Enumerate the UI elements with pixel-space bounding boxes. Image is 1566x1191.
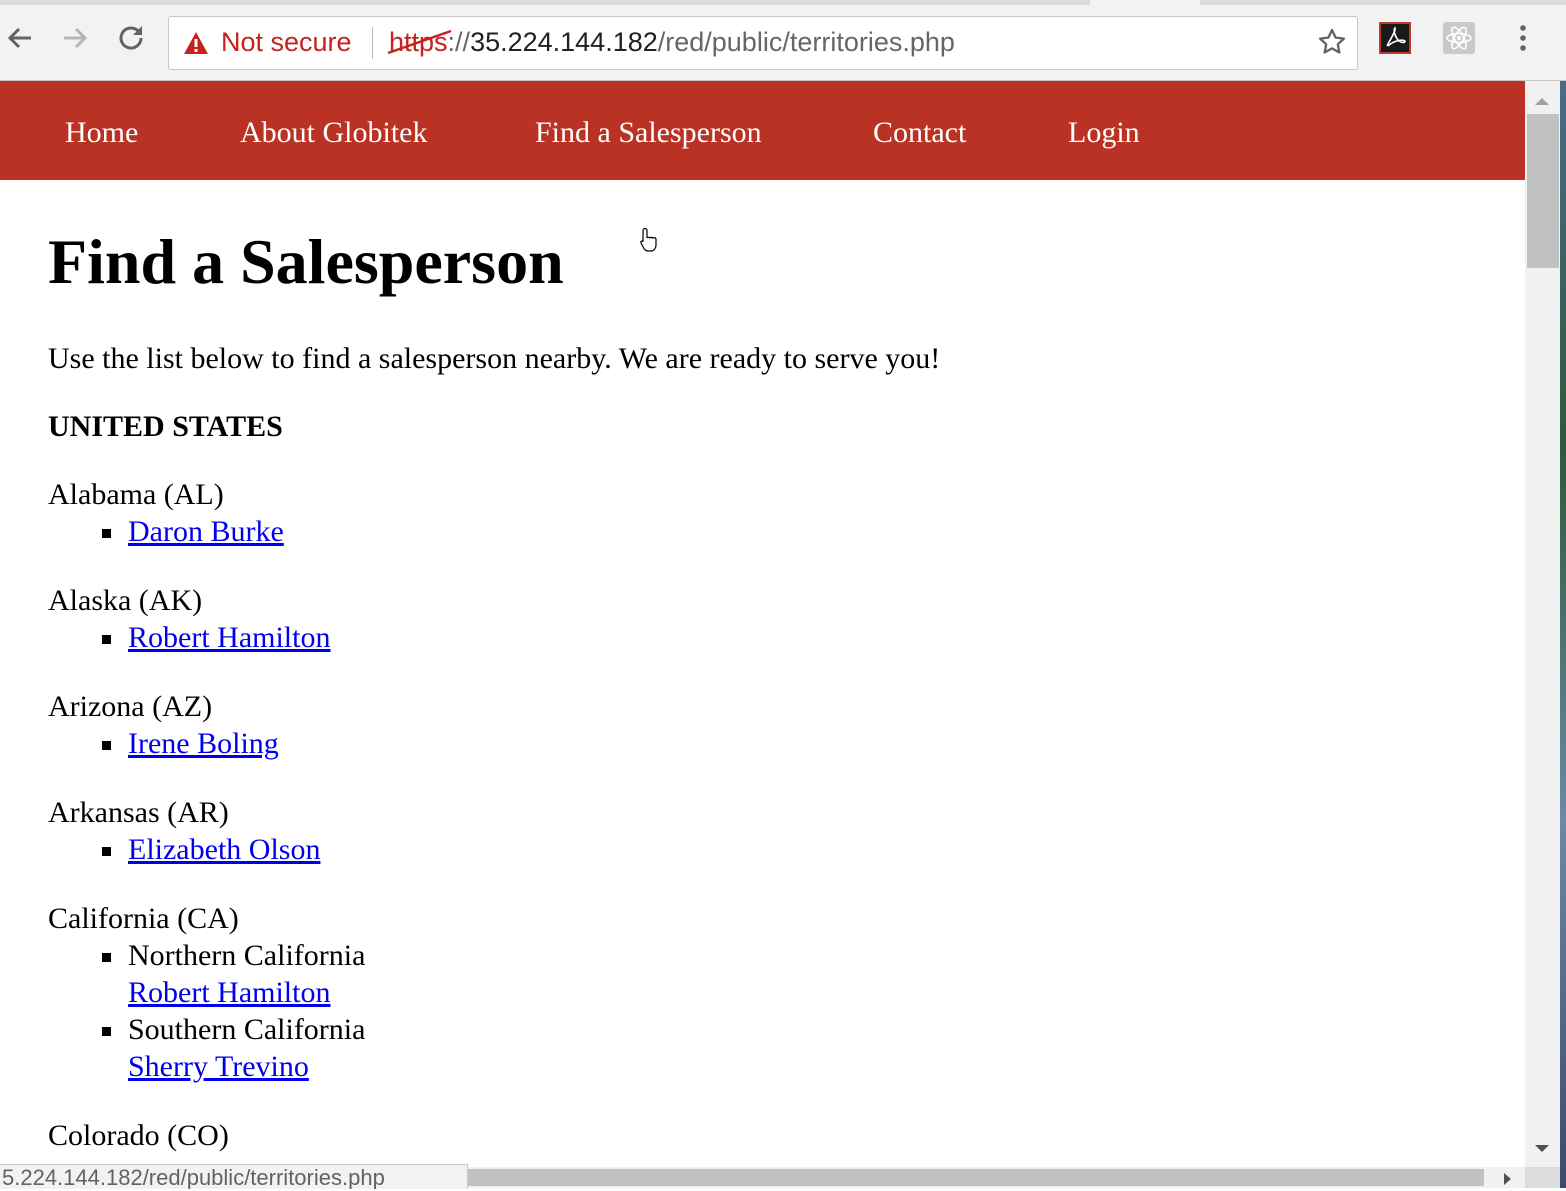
main-nav: Home About Globitek Find a Salesperson C… (0, 81, 1525, 180)
security-label[interactable]: Not secure (221, 27, 352, 58)
page-title: Find a Salesperson (48, 226, 564, 297)
state-name: Colorado (CO) (48, 1119, 229, 1152)
salesperson-list: Robert Hamilton (48, 621, 330, 655)
bullet (102, 847, 111, 856)
state-arkansas: Arkansas (AR) Elizabeth Olson (48, 796, 320, 867)
salesperson-list: Daron Burke (48, 515, 284, 549)
state-alabama: Alabama (AL) Daron Burke (48, 478, 284, 549)
nav-about[interactable]: About Globitek (240, 115, 428, 151)
bullet (102, 529, 111, 538)
state-alaska: Alaska (AK) Robert Hamilton (48, 584, 330, 655)
salesperson-list: Irene Boling (48, 727, 279, 761)
scroll-down-icon[interactable] (1534, 1141, 1550, 1159)
forward-icon[interactable] (57, 20, 93, 56)
browser-toolbar: Not secure https://35.224.144.182/red/pu… (0, 5, 1566, 81)
salesperson-link[interactable]: Elizabeth Olson (128, 833, 320, 867)
list-item: Robert Hamilton (48, 621, 330, 655)
scroll-right-icon[interactable] (1503, 1172, 1513, 1191)
bullet (102, 635, 111, 644)
region-heading: UNITED STATES (48, 410, 283, 443)
url-scheme: https (387, 27, 452, 57)
salesperson-link[interactable]: Robert Hamilton (128, 976, 365, 1010)
salesperson-list: Northern California Robert Hamilton South… (48, 939, 365, 1084)
scroll-up-icon[interactable] (1534, 93, 1550, 111)
state-colorado: Colorado (CO) (48, 1119, 229, 1153)
bullet (102, 953, 111, 962)
hand-cursor-icon (640, 227, 658, 258)
salesperson-list: Elizabeth Olson (48, 833, 320, 867)
state-name: Alaska (AK) (48, 584, 203, 617)
desktop-edge (1560, 81, 1566, 1188)
url-host: 35.224.144.182 (470, 27, 658, 57)
nav-home[interactable]: Home (65, 115, 138, 151)
reload-icon[interactable] (113, 20, 149, 56)
nav-contact[interactable]: Contact (873, 115, 966, 151)
bullet (102, 1027, 111, 1036)
intro-text: Use the list below to find a salesperson… (48, 342, 941, 375)
react-devtools-icon[interactable] (1441, 20, 1477, 56)
url-path: /red/public/territories.php (657, 27, 955, 57)
state-arizona: Arizona (AZ) Irene Boling (48, 690, 279, 761)
territory-name: Northern California (128, 939, 366, 972)
omnibox-separator (372, 27, 373, 59)
page-viewport: Home About Globitek Find a Salesperson C… (0, 81, 1525, 1167)
scrollbar-corner (1525, 1167, 1560, 1188)
acrobat-icon[interactable] (1377, 20, 1413, 56)
salesperson-link[interactable]: Robert Hamilton (128, 621, 330, 655)
url-text[interactable]: https://35.224.144.182/red/public/territ… (387, 27, 955, 58)
list-item: Southern California Sherry Trevino (48, 1013, 365, 1084)
state-name: Arkansas (AR) (48, 796, 229, 829)
salesperson-link[interactable]: Irene Boling (128, 727, 279, 761)
bullet (102, 741, 111, 750)
salesperson-link[interactable]: Daron Burke (128, 515, 284, 549)
warning-icon[interactable] (183, 31, 209, 62)
state-name: California (CA) (48, 902, 239, 935)
back-icon[interactable] (2, 20, 38, 56)
address-bar[interactable]: Not secure https://35.224.144.182/red/pu… (168, 16, 1358, 70)
list-item: Daron Burke (48, 515, 284, 549)
status-url-bubble: 5.224.144.182/red/public/territories.php (0, 1164, 468, 1189)
star-icon[interactable] (1317, 27, 1347, 64)
list-item: Northern California Robert Hamilton (48, 939, 365, 1010)
salesperson-link[interactable]: Sherry Trevino (128, 1050, 365, 1084)
nav-find-salesperson[interactable]: Find a Salesperson (535, 115, 762, 151)
list-item: Elizabeth Olson (48, 833, 320, 867)
state-name: Alabama (AL) (48, 478, 224, 511)
territory-name: Southern California (128, 1013, 366, 1046)
state-name: Arizona (AZ) (48, 690, 213, 723)
state-california: California (CA) Northern California Rober… (48, 902, 365, 1084)
menu-icon[interactable] (1505, 20, 1541, 56)
nav-login[interactable]: Login (1068, 115, 1140, 151)
scroll-thumb[interactable] (1527, 114, 1559, 268)
list-item: Irene Boling (48, 727, 279, 761)
